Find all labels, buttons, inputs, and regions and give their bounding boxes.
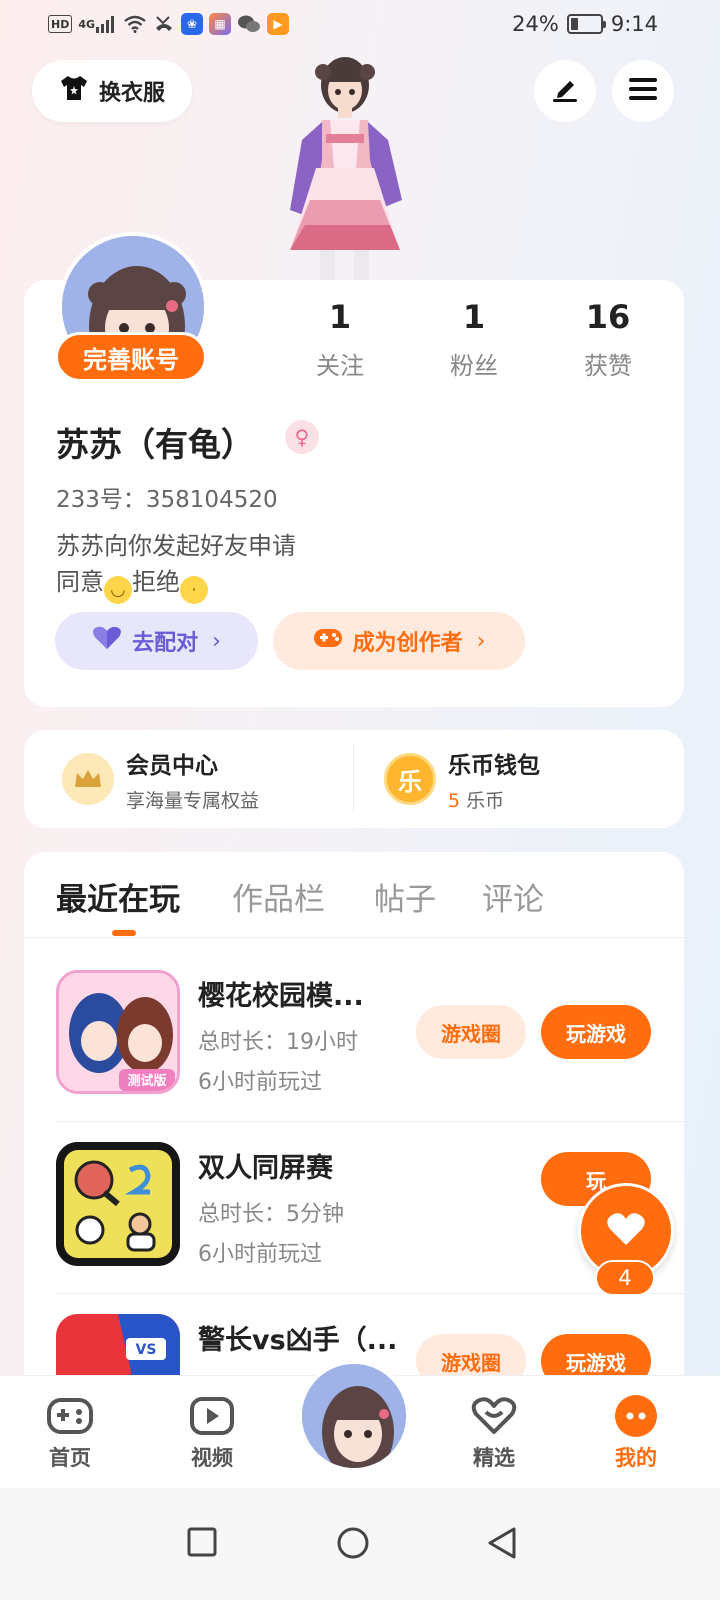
followers-label: 粉丝 [450, 352, 498, 380]
game-title: 樱花校园模... [198, 981, 364, 1012]
chevron-right-icon: › [212, 628, 221, 654]
game-title: 双人同屏赛 [198, 1153, 333, 1184]
divider [353, 745, 354, 813]
game-title: 警长vs凶手（... [198, 1325, 398, 1356]
gamepad-icon [313, 626, 343, 656]
following-label: 关注 [316, 352, 364, 380]
nav-video-label: 视频 [191, 1446, 233, 1470]
creator-label: 成为创作者 [352, 631, 463, 656]
active-tab-indicator [112, 930, 136, 936]
coin-icon: 乐 [384, 753, 436, 805]
svg-text:VS: VS [136, 1342, 157, 1358]
menu-button[interactable] [612, 60, 674, 122]
gamepad-icon [30, 1394, 110, 1438]
wallet-title: 乐币钱包 [448, 752, 540, 779]
system-nav-bar [0, 1488, 720, 1600]
nav-mine[interactable]: 我的 [596, 1394, 676, 1472]
likes-label: 获赞 [584, 352, 632, 380]
avatar-3d-figure[interactable] [250, 50, 440, 285]
heart-icon [92, 625, 122, 657]
member-subtitle: 享海量专属权益 [126, 789, 260, 812]
female-icon: ♀ [285, 420, 319, 454]
game-last-played: 6小时前玩过 [198, 1070, 322, 1095]
user-id: 233号：358104520 [56, 487, 278, 513]
menu-icon [628, 77, 658, 105]
change-outfit-button[interactable]: 换衣服 [32, 60, 192, 122]
nav-featured-label: 精选 [473, 1446, 515, 1470]
member-center[interactable]: 会员中心 享海量专属权益 [62, 730, 259, 828]
wechat-icon [237, 12, 261, 36]
heart-icon [606, 1211, 646, 1251]
nav-home[interactable]: 首页 [30, 1394, 110, 1472]
clock: 9:14 [610, 12, 658, 36]
play-game-button[interactable]: 玩游戏 [541, 1005, 651, 1059]
bio-line-1: 苏苏向你发起好友申请 [56, 532, 296, 560]
game-last-played: 6小时前玩过 [198, 1242, 322, 1267]
likes-stat[interactable]: 16 获赞 [558, 298, 658, 381]
shirt-icon [59, 74, 89, 108]
followers-count: 1 [462, 298, 486, 336]
tab-posts[interactable]: 帖子 [374, 874, 436, 919]
username: 苏苏（有龟） [56, 425, 254, 464]
game-duration: 总时长：5分钟 [198, 1202, 344, 1227]
home-button[interactable] [336, 1526, 370, 1564]
become-creator-button[interactable]: 成为创作者 › [273, 612, 525, 670]
smile-emoji-icon: ◡ [104, 576, 132, 604]
status-icons: HD 4G ❀ ▦ ▶ [48, 12, 290, 36]
recents-button[interactable] [186, 1526, 218, 1562]
tab-comments[interactable]: 评论 [482, 874, 544, 919]
change-outfit-label: 换衣服 [98, 81, 165, 106]
complete-account-badge[interactable]: 完善账号 [55, 332, 207, 382]
following-stat[interactable]: 1 关注 [290, 298, 390, 381]
game-duration: 总时长：19小时 [198, 1030, 358, 1055]
crown-icon [62, 753, 114, 805]
wallet-balance: 5 乐币 [448, 789, 505, 812]
status-right: 24% 9:14 [512, 12, 658, 36]
video-app-icon: ▶ [267, 13, 290, 35]
member-title: 会员中心 [126, 752, 218, 779]
heart-outline-icon [454, 1394, 534, 1438]
app-icon: ▦ [209, 13, 232, 35]
signal-icon: 4G [78, 12, 117, 36]
wifi-icon [123, 12, 147, 36]
profile-face-icon [596, 1394, 676, 1438]
nav-video[interactable]: 视频 [172, 1394, 252, 1472]
chevron-right-icon: › [476, 628, 486, 654]
tab-works[interactable]: 作品栏 [232, 874, 325, 919]
likes-count: 16 [585, 298, 631, 336]
status-bar: HD 4G ❀ ▦ ▶ 24% 9:14 [0, 0, 720, 50]
vip-wallet-card: 会员中心 享海量专属权益 乐 乐币钱包 5 乐币 [24, 730, 684, 828]
svg-text:测试版: 测试版 [127, 1073, 166, 1089]
coin-wallet[interactable]: 乐 乐币钱包 5 乐币 [384, 730, 540, 828]
baidu-icon: ❀ [181, 13, 204, 35]
battery-percent: 24% [512, 12, 559, 36]
back-button[interactable] [486, 1526, 518, 1564]
bio-line-2: 同意 ◡ 拒绝 · [56, 564, 296, 604]
following-count: 1 [328, 298, 352, 336]
edit-icon [550, 75, 580, 107]
game-icon-duo [56, 1142, 180, 1266]
edit-profile-button[interactable] [534, 60, 596, 122]
content-card: 最近在玩 作品栏 帖子 评论 测试版 樱花校园模... 总时长：19小时 6小时… [24, 852, 684, 1438]
nav-featured[interactable]: 精选 [454, 1394, 534, 1472]
tab-bar: 最近在玩 作品栏 帖子 评论 [24, 852, 684, 938]
video-play-icon [172, 1394, 252, 1438]
match-label: 去配对 [132, 631, 199, 656]
tab-recently-played[interactable]: 最近在玩 [56, 874, 180, 919]
match-button[interactable]: 去配对 › [55, 612, 258, 670]
battery-icon [566, 14, 606, 34]
nav-avatar-button[interactable] [298, 1360, 410, 1472]
nav-home-label: 首页 [49, 1446, 91, 1470]
game-circle-button[interactable]: 游戏圈 [416, 1005, 526, 1059]
missed-call-icon [153, 12, 175, 36]
like-count-badge: 4 [595, 1260, 655, 1296]
nav-mine-label: 我的 [615, 1446, 657, 1470]
followers-stat[interactable]: 1 粉丝 [424, 298, 524, 381]
game-row[interactable]: 测试版 樱花校园模... 总时长：19小时 6小时前玩过 游戏圈 玩游戏 [24, 950, 684, 1122]
bio: 苏苏向你发起好友申请 同意 ◡ 拒绝 · [56, 528, 296, 604]
neutral-emoji-icon: · [180, 576, 208, 604]
hd-icon: HD [48, 15, 73, 33]
game-icon-sakura: 测试版 [56, 970, 180, 1094]
